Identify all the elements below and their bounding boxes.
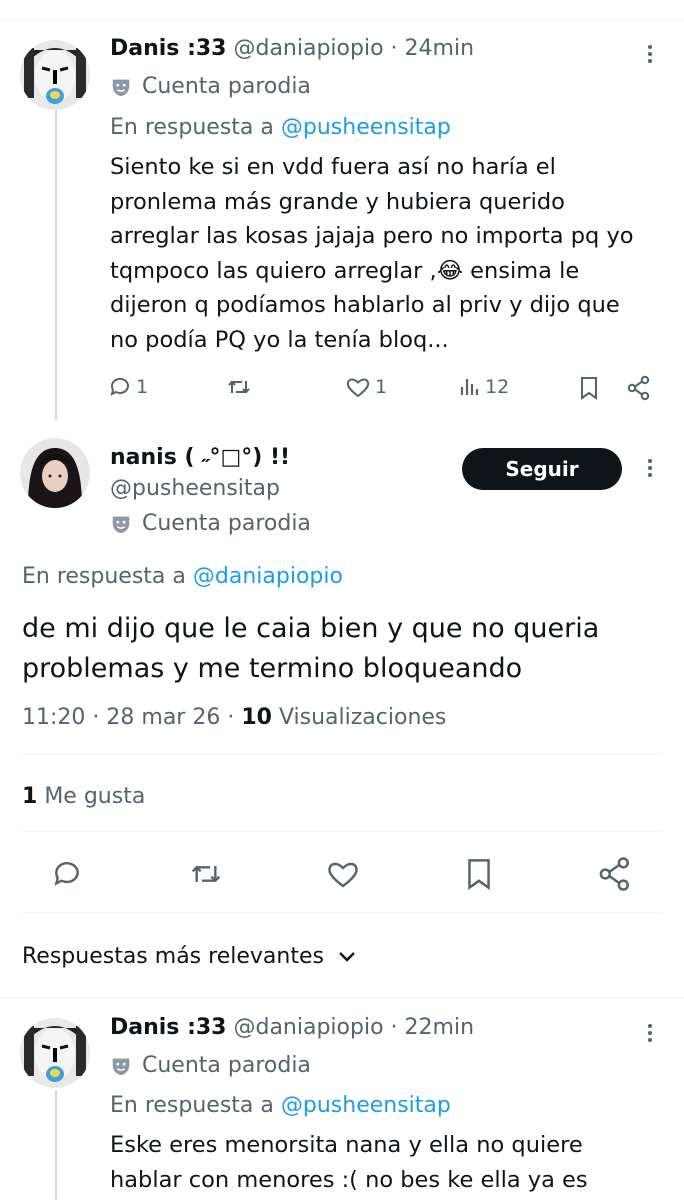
- post-time[interactable]: 11:20: [22, 705, 85, 730]
- replying-to: En respuesta a @daniapiopio: [22, 564, 343, 589]
- thread-connector: [55, 110, 57, 420]
- reply-prefix: En respuesta a: [110, 115, 274, 140]
- like-button[interactable]: [325, 858, 361, 894]
- bookmark-icon: [468, 859, 490, 891]
- heart-icon: [328, 862, 358, 888]
- parody-label: Cuenta parodia: [110, 74, 311, 99]
- parody-text: Cuenta parodia: [142, 1053, 311, 1078]
- text-line: Siento ke si en vdd fuera así no haría e…: [110, 154, 556, 180]
- views-label: Visualizaciones: [278, 705, 447, 730]
- post-meta: 11:20 · 28 mar 26 · 10 Visualizaciones: [22, 705, 446, 730]
- reply-header: Danis :33 @daniapiopio · 24min: [110, 36, 474, 61]
- top-divider: [0, 20, 684, 21]
- more-options-icon[interactable]: [647, 1021, 653, 1045]
- views-count: 10: [241, 705, 272, 730]
- share-icon: [599, 857, 629, 891]
- divider: [22, 753, 662, 754]
- avatar[interactable]: [20, 40, 90, 110]
- reply-prefix: En respuesta a: [22, 564, 186, 589]
- reply-handle-link[interactable]: @pusheensitap: [281, 115, 451, 140]
- handle[interactable]: @daniapiopio: [233, 1015, 383, 1040]
- like-action[interactable]: 1: [345, 375, 387, 399]
- parody-text: Cuenta parodia: [142, 74, 311, 99]
- separator: ·: [227, 705, 235, 730]
- text-line: hablar con menores :( no bes ke ella ya …: [110, 1166, 588, 1193]
- parody-mask-icon: [112, 516, 130, 533]
- likes-count: 1: [22, 784, 38, 809]
- author-name-row: nanis ( ˶°□°) !!: [110, 444, 290, 470]
- handle[interactable]: @daniapiopio: [233, 36, 383, 61]
- separator: ·: [92, 705, 100, 730]
- chevron-down-icon: [339, 951, 355, 962]
- parody-text: Cuenta parodia: [142, 511, 311, 536]
- comment-icon: [54, 862, 79, 886]
- like-count: 1: [375, 376, 388, 398]
- reply-count: 1: [136, 376, 149, 398]
- text-line: arreglar las kosas jajaja pero no import…: [110, 223, 634, 249]
- separator: ·: [390, 36, 398, 61]
- thread-connector: [55, 1090, 57, 1200]
- reply-action[interactable]: 1: [108, 375, 148, 399]
- display-name[interactable]: Danis :33: [110, 36, 226, 61]
- share-button[interactable]: [597, 856, 633, 896]
- parody-mask-icon: [112, 79, 130, 96]
- text-line: de mi dijo que le caia bien y que no que…: [22, 613, 600, 644]
- reply-text: Eske eres menorsita nana y ella no quier…: [110, 1128, 670, 1197]
- more-options-icon[interactable]: [647, 456, 653, 480]
- bookmark-button[interactable]: [464, 856, 494, 896]
- text-line: no podía PQ yo la tenía bloq...: [110, 326, 449, 353]
- views-chart-icon: [460, 379, 479, 395]
- avatar[interactable]: [20, 438, 90, 508]
- divider: [0, 998, 684, 999]
- reply-handle-link[interactable]: @daniapiopio: [193, 564, 343, 589]
- replying-to: En respuesta a @pusheensitap: [110, 1093, 451, 1118]
- repost-button[interactable]: [188, 858, 224, 894]
- timestamp[interactable]: 24min: [405, 36, 474, 61]
- text-line: tqmpoco las quiero arreglar ,😂 ensima le: [110, 257, 580, 284]
- bookmark-icon: [581, 377, 597, 400]
- timestamp[interactable]: 22min: [405, 1015, 474, 1040]
- parody-mask-icon: [112, 1058, 130, 1075]
- comment-icon: [110, 377, 129, 396]
- parody-label: Cuenta parodia: [110, 511, 311, 536]
- repost-icon: [191, 865, 221, 883]
- handle[interactable]: @pusheensitap: [110, 476, 280, 501]
- replies-sort-selector[interactable]: Respuestas más relevantes: [22, 944, 356, 969]
- post-date[interactable]: 28 mar 26: [106, 705, 220, 730]
- share-action[interactable]: [626, 375, 652, 401]
- bookmark-action[interactable]: [578, 375, 600, 401]
- repost-icon: [228, 380, 250, 394]
- likes-label: Me gusta: [44, 784, 146, 809]
- post-text: de mi dijo que le caia bien y que no que…: [22, 609, 672, 689]
- view-count: 12: [485, 376, 510, 398]
- replying-to: En respuesta a @pusheensitap: [110, 115, 451, 140]
- repost-action[interactable]: [226, 375, 252, 399]
- divider: [22, 831, 662, 832]
- text-line: pronlema más grande y hubiera querido: [110, 188, 565, 215]
- divider: [22, 912, 662, 913]
- heart-icon: [346, 378, 370, 398]
- display-name[interactable]: nanis ( ˶°□°) !!: [110, 445, 290, 470]
- follow-button[interactable]: Seguir: [462, 448, 622, 490]
- parody-label: Cuenta parodia: [110, 1053, 311, 1078]
- text-line: dijeron q podíamos hablarlo al priv y di…: [110, 292, 620, 318]
- text-line: problemas y me termino bloqueando: [22, 653, 523, 684]
- sort-label: Respuestas más relevantes: [22, 944, 324, 969]
- text-line: Eske eres menorsita nana y ella no quier…: [110, 1132, 583, 1158]
- share-icon: [627, 375, 650, 401]
- reply-header: Danis :33 @daniapiopio · 22min: [110, 1015, 474, 1040]
- separator: ·: [390, 1015, 398, 1040]
- reply-text: Siento ke si en vdd fuera así no haría e…: [110, 150, 670, 357]
- reply-button[interactable]: [50, 858, 84, 894]
- views-action[interactable]: 12: [459, 375, 509, 399]
- avatar[interactable]: [20, 1018, 90, 1088]
- more-options-icon[interactable]: [647, 42, 653, 66]
- reply-prefix: En respuesta a: [110, 1093, 274, 1118]
- reply-handle-link[interactable]: @pusheensitap: [281, 1093, 451, 1118]
- display-name[interactable]: Danis :33: [110, 1015, 226, 1040]
- likes-summary[interactable]: 1 Me gusta: [22, 784, 145, 809]
